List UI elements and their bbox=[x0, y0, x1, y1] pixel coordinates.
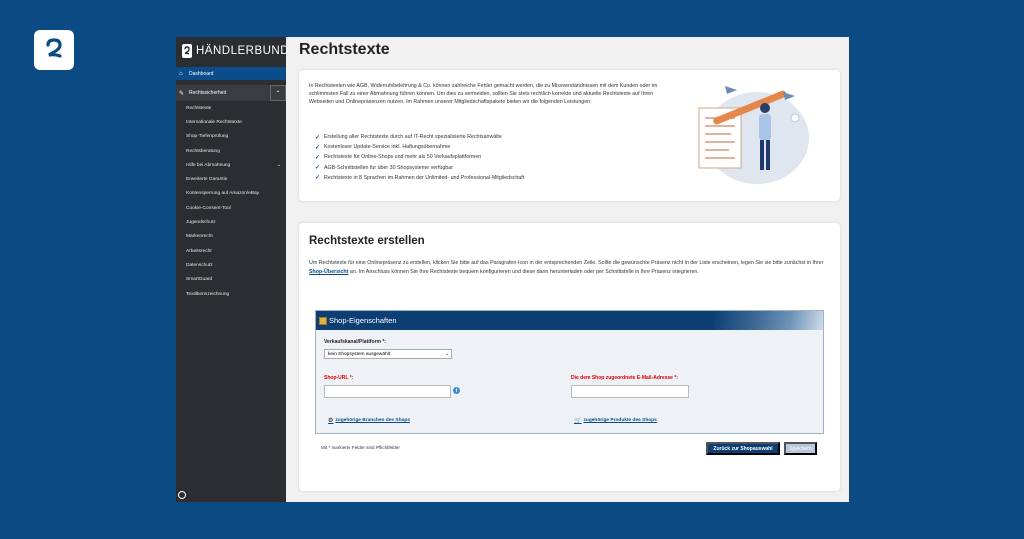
sidebar-item-erweiterte-garantie[interactable]: Erweiterte Garantie bbox=[176, 172, 286, 186]
shop-products-link[interactable]: 🛒 zugehörige Produkte des Shops bbox=[574, 417, 657, 424]
info-icon[interactable]: i bbox=[453, 387, 460, 394]
list-item: ✓ Kostenloser Update-Service inkl. Haftun… bbox=[315, 142, 524, 152]
check-icon: ✓ bbox=[315, 165, 321, 172]
sidebar-item-markenrecht[interactable]: Markenrecht bbox=[176, 230, 286, 244]
shop-email-input[interactable] bbox=[571, 385, 689, 398]
shop-email-label: Die dem Shop zugeordnete E-Mail-Adresse … bbox=[571, 375, 678, 381]
shop-properties-panel: Shop-Eigenschaften Verkaufskanal/Plattfo… bbox=[315, 310, 824, 434]
feature-list: ✓ Erstellung aller Rechtstexte durch auf … bbox=[315, 132, 524, 183]
main-content: Rechtstexte In Rechtstexten wie AGB, Wid… bbox=[286, 37, 849, 502]
feature-text: Kostenloser Update-Service inkl. Haftung… bbox=[324, 144, 451, 151]
platform-label: Verkaufskanal/Plattform *: bbox=[324, 339, 386, 345]
sidebar: HÄNDLERBUND ⌂ Dashboard ✎ Rechtssicherhe… bbox=[176, 37, 290, 502]
page-title: Rechtstexte bbox=[299, 41, 390, 58]
platform-select-value: kein Shopsystem ausgewählt bbox=[328, 351, 391, 357]
sidebar-item-smartguard[interactable]: SmartGuard bbox=[176, 273, 286, 287]
app-window: HÄNDLERBUND ⌂ Dashboard ✎ Rechtssicherhe… bbox=[176, 37, 849, 502]
check-icon: ✓ bbox=[315, 144, 321, 151]
wrench-icon: ✎ bbox=[179, 90, 185, 97]
panel-title: Shop-Eigenschaften bbox=[329, 316, 397, 325]
sidebar-item-jugendschutz[interactable]: Jugendschutz bbox=[176, 215, 286, 229]
shop-overview-link[interactable]: Shop-Übersicht bbox=[309, 269, 348, 275]
brand-name: HÄNDLERBUND bbox=[196, 45, 290, 57]
sidebar-item-internationale-rechtstexte[interactable]: Internationale Rechtstexte bbox=[176, 115, 286, 129]
sidebar-item-arbeitsrecht[interactable]: Arbeitsrecht bbox=[176, 244, 286, 258]
check-icon: ✓ bbox=[315, 134, 321, 141]
create-card: Rechtstexte erstellen Um Rechtstexte für… bbox=[299, 223, 840, 491]
sidebar-item-shop-tiefenpruefung[interactable]: Shop-Tiefenprüfung bbox=[176, 130, 286, 144]
brand-mark-icon bbox=[182, 44, 192, 58]
check-icon: ✓ bbox=[315, 175, 321, 182]
shop-url-label: Shop-URL *: bbox=[324, 375, 354, 381]
header-decoration bbox=[713, 311, 823, 330]
list-item: ✓ Rechtstexte für Online-Shops und mehr a… bbox=[315, 152, 524, 162]
create-description: Um Rechtstexte für eine Onlinepräsenz zu… bbox=[309, 259, 829, 278]
brand-logo bbox=[34, 30, 74, 70]
shop-url-input[interactable] bbox=[324, 385, 451, 398]
chevron-up-icon[interactable]: ⌃ bbox=[270, 85, 286, 101]
platform-select[interactable]: kein Shopsystem ausgewählt ⌄ bbox=[324, 349, 452, 359]
desc-part: an. Im Anschluss können Sie Ihre Rechtst… bbox=[348, 269, 699, 276]
sidebar-item-datenschutz[interactable]: Datenschutz bbox=[176, 258, 286, 272]
desc-part: Um Rechtstexte für eine Onlinepräsenz zu… bbox=[309, 260, 824, 266]
list-item: ✓ AGB-Schnittstellen für über 30 Shopsyst… bbox=[315, 163, 524, 173]
back-to-shops-button[interactable]: Zurück zur Shopauswahl bbox=[706, 442, 780, 455]
sidebar-item-kontensperrung[interactable]: Kontensperrung auf Amazon/eBay bbox=[176, 187, 286, 201]
tag-icon: ⚙ bbox=[328, 418, 334, 424]
list-item: ✓ Erstellung aller Rechtstexte durch auf … bbox=[315, 132, 524, 142]
sidebar-item-textilkennzeichnung[interactable]: Textilkennzeichnung bbox=[176, 287, 286, 301]
list-item: ✓ Rechtstexte in 8 Sprachen im Rahmen der… bbox=[315, 173, 524, 183]
feature-text: Rechtstexte in 8 Sprachen im Rahmen der … bbox=[324, 174, 525, 181]
intro-text: In Rechtstexten wie AGB, Widerrufsbelehr… bbox=[309, 83, 658, 106]
nav-group-label: Rechtssicherheit bbox=[189, 90, 226, 96]
shop-products-link-label: zugehörige Produkte des Shops bbox=[583, 418, 657, 423]
nav-group-rechtssicherheit[interactable]: ✎ Rechtssicherheit ⌃ bbox=[176, 85, 286, 101]
brand-header[interactable]: HÄNDLERBUND bbox=[176, 37, 290, 65]
shop-box-icon bbox=[319, 316, 327, 325]
save-button[interactable]: Speichern bbox=[784, 442, 817, 455]
panel-header: Shop-Eigenschaften bbox=[316, 311, 823, 330]
sidebar-item-hilfe-bei-abmahnung[interactable]: Hilfe bei Abmahnung ⌄ bbox=[176, 158, 286, 172]
nav-dashboard[interactable]: ⌂ Dashboard bbox=[176, 67, 286, 80]
chevron-down-icon: ⌄ bbox=[444, 351, 449, 357]
feature-text: Rechtstexte für Online-Shops und mehr al… bbox=[324, 154, 482, 161]
nav-dashboard-label: Dashboard bbox=[189, 70, 214, 77]
help-icon[interactable] bbox=[178, 491, 186, 499]
chevron-down-icon: ⌄ bbox=[276, 162, 281, 169]
create-title: Rechtstexte erstellen bbox=[309, 235, 425, 247]
sidebar-item-rechtstexte[interactable]: Rechtstexte bbox=[176, 101, 286, 115]
legal-documents-illustration bbox=[698, 86, 809, 184]
intro-card: In Rechtstexten wie AGB, Widerrufsbelehr… bbox=[299, 70, 840, 201]
sidebar-item-label: Hilfe bei Abmahnung bbox=[186, 162, 231, 168]
feature-text: Erstellung aller Rechtstexte durch auf I… bbox=[324, 134, 502, 141]
feature-text: AGB-Schnittstellen für über 30 Shopsyste… bbox=[324, 164, 453, 171]
mandatory-note: Mit * markierte Felder sind Pflichtfelde… bbox=[321, 445, 400, 450]
home-icon: ⌂ bbox=[179, 70, 183, 77]
shop-branches-link-label: zugehörige Branchen des Shops bbox=[335, 418, 411, 423]
shop-branches-link[interactable]: ⚙ zugehörige Branchen des Shops bbox=[328, 417, 410, 424]
check-icon: ✓ bbox=[315, 154, 321, 161]
brand-logo-icon bbox=[46, 38, 62, 58]
cart-icon: 🛒 bbox=[574, 418, 582, 424]
sidebar-item-cookie-consent-tool[interactable]: Cookie-Consent-Tool bbox=[176, 201, 286, 215]
sidebar-item-rechtsberatung[interactable]: Rechtsberatung bbox=[176, 144, 286, 158]
